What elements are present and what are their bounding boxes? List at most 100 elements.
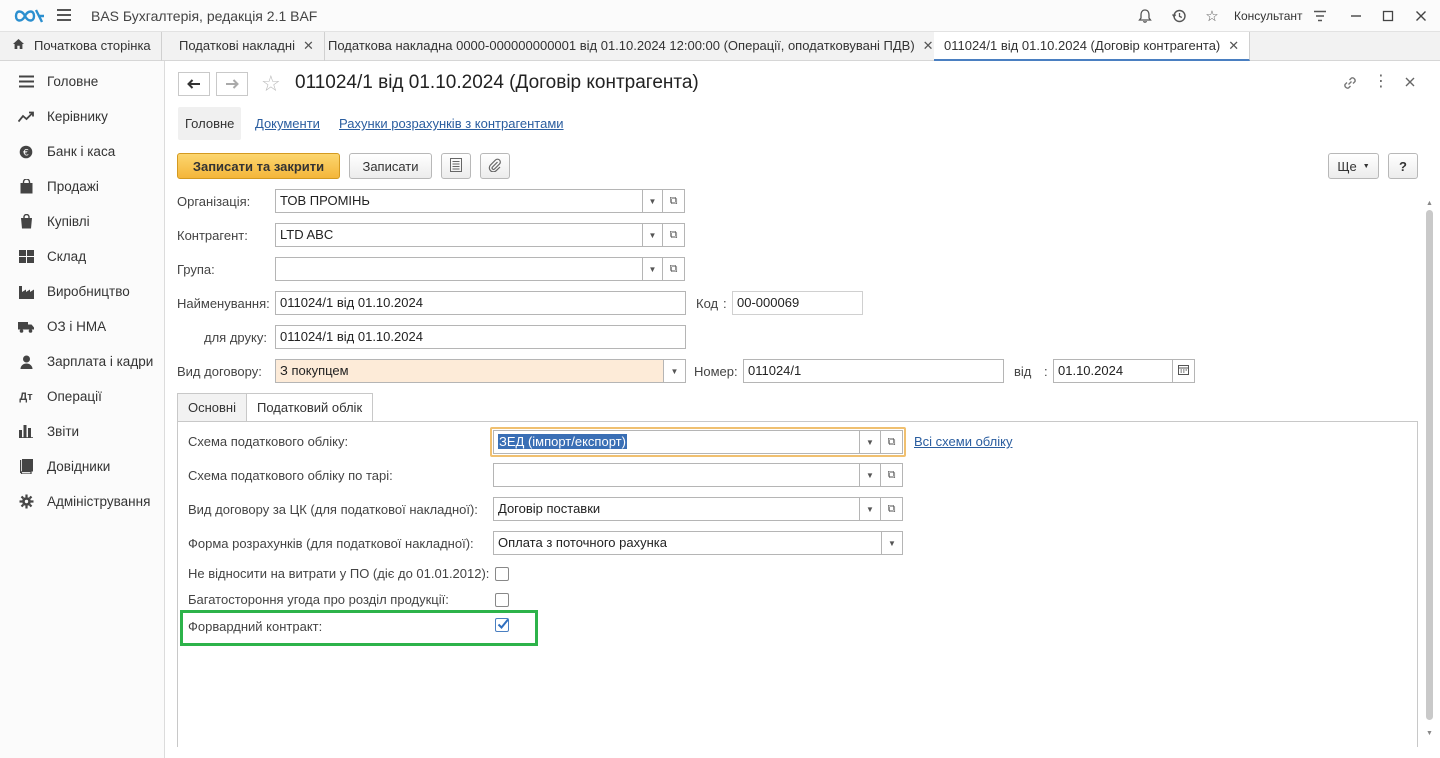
close-icon[interactable]: ✕ — [1228, 38, 1239, 53]
group-field[interactable] — [275, 257, 643, 281]
counterparty-dropdown-button[interactable]: ▼ — [643, 223, 663, 247]
tab-tax-invoice[interactable]: Податкова накладна 0000-000000000001 від… — [318, 32, 945, 61]
tab-label: Початкова сторінка — [34, 38, 151, 53]
sidebar-item-warehouse[interactable]: Склад — [0, 239, 164, 274]
organization-field[interactable]: ТОВ ПРОМІНЬ — [275, 189, 643, 213]
sidebar-item-purchases[interactable]: Купівлі — [0, 204, 164, 239]
contract-kind-open-button[interactable]: ⧉ — [881, 497, 903, 521]
sidebar-item-sales[interactable]: Продажі — [0, 169, 164, 204]
tab-main-settings[interactable]: Основні — [177, 393, 247, 422]
tab-label: Податкова накладна 0000-000000000001 від… — [328, 38, 915, 53]
more-button[interactable]: Ще ▼ — [1328, 153, 1379, 179]
scroll-up-icon[interactable]: ▲ — [1426, 200, 1433, 207]
tab-tax-accounting[interactable]: Податковий облік — [246, 393, 374, 422]
tax-scheme-tare-dropdown-button[interactable]: ▼ — [860, 463, 881, 487]
minimize-icon[interactable] — [1346, 6, 1366, 26]
more-options-icon[interactable]: ⋮ — [1372, 74, 1390, 92]
payment-form-field[interactable]: Оплата з поточного рахунка — [493, 531, 882, 555]
close-icon[interactable]: ✕ — [923, 38, 934, 53]
sidebar-item-label: Продажі — [47, 179, 99, 194]
close-form-icon[interactable] — [1403, 75, 1419, 91]
back-button[interactable] — [178, 72, 210, 96]
group-dropdown-button[interactable]: ▼ — [643, 257, 663, 281]
payment-form-dropdown-button[interactable]: ▼ — [882, 531, 903, 555]
calendar-button[interactable] — [1173, 359, 1195, 383]
tab-tax-invoices[interactable]: Податкові накладні ✕ — [169, 32, 325, 61]
subnav-main[interactable]: Головне — [178, 107, 242, 140]
sidebar-item-admin[interactable]: Адміністрування — [0, 484, 164, 519]
name-label: Найменування: — [177, 296, 270, 311]
forward-contract-checkbox[interactable] — [495, 618, 509, 632]
name-field[interactable]: 011024/1 від 01.10.2024 — [275, 291, 686, 315]
organization-open-button[interactable]: ⧉ — [663, 189, 685, 213]
link-icon[interactable] — [1341, 74, 1359, 92]
favorite-star-icon[interactable]: ☆ — [261, 71, 281, 97]
document-list-button[interactable] — [441, 153, 471, 179]
tax-scheme-tare-open-button[interactable]: ⧉ — [881, 463, 903, 487]
save-button[interactable]: Записати — [349, 153, 432, 179]
date-field[interactable]: 01.10.2024 — [1053, 359, 1173, 383]
attach-button[interactable] — [480, 153, 510, 179]
subnav-accounts[interactable]: Рахунки розрахунків з контрагентами — [339, 107, 564, 140]
bell-icon[interactable] — [1135, 6, 1155, 26]
group-open-button[interactable]: ⧉ — [663, 257, 685, 281]
multilateral-checkbox[interactable] — [495, 593, 509, 607]
tax-scheme-value: ЗЕД (імпорт/експорт) — [498, 434, 627, 449]
sidebar-item-reports[interactable]: Звіти — [0, 414, 164, 449]
number-field[interactable]: 011024/1 — [743, 359, 1004, 383]
no-expense-checkbox[interactable] — [495, 567, 509, 581]
menu-icon[interactable] — [57, 9, 71, 23]
save-close-button[interactable]: Записати та закрити — [177, 153, 340, 179]
sidebar-item-operations[interactable]: Дт Операції — [0, 379, 164, 414]
star-icon[interactable]: ☆ — [1202, 6, 1222, 26]
sidebar-item-bank[interactable]: € Банк і каса — [0, 134, 164, 169]
sidebar-item-salary[interactable]: Зарплата і кадри — [0, 344, 164, 379]
chevron-down-icon: ▼ — [670, 366, 679, 376]
multilateral-label: Багатостороння угода про розділ продукці… — [188, 592, 449, 607]
chevron-down-icon: ▼ — [648, 196, 657, 206]
tab-home[interactable]: Початкова сторінка — [0, 32, 162, 61]
scrollbar-thumb[interactable] — [1426, 210, 1433, 720]
print-name-field[interactable]: 011024/1 від 01.10.2024 — [275, 325, 686, 349]
tab-label: 011024/1 від 01.10.2024 (Договір контраг… — [944, 38, 1221, 53]
contract-kind-field[interactable]: Договір поставки — [493, 497, 860, 521]
contract-kind-dropdown-button[interactable]: ▼ — [860, 497, 881, 521]
counterparty-field[interactable]: LTD ABC — [275, 223, 643, 247]
user-name[interactable]: Консультант — [1234, 9, 1303, 23]
contract-type-field[interactable]: З покупцем — [275, 359, 664, 383]
all-schemes-link[interactable]: Всі схеми обліку — [914, 434, 1012, 449]
contract-type-dropdown-button[interactable]: ▼ — [664, 359, 686, 383]
tax-scheme-tare-field[interactable] — [493, 463, 860, 487]
close-icon[interactable]: ✕ — [303, 38, 314, 53]
sidebar-item-references[interactable]: Довідники — [0, 449, 164, 484]
title-bar: BAS Бухгалтерія, редакція 2.1 BAF ☆ Конс… — [0, 0, 1440, 32]
counterparty-label: Контрагент: — [177, 228, 248, 243]
history-icon[interactable] — [1169, 6, 1189, 26]
form-scrollbar[interactable] — [1424, 210, 1434, 740]
warehouse-icon — [17, 249, 35, 265]
counterparty-open-button[interactable]: ⧉ — [663, 223, 685, 247]
code-field[interactable]: 00-000069 — [732, 291, 863, 315]
book-icon — [17, 459, 35, 475]
number-label: Номер: — [694, 364, 738, 379]
close-icon[interactable] — [1411, 6, 1431, 26]
tax-scheme-open-button[interactable]: ⧉ — [881, 430, 903, 454]
settings-icon[interactable] — [1310, 6, 1330, 26]
app-logo-icon[interactable] — [12, 5, 46, 27]
sidebar-item-fixed-assets[interactable]: ОЗ і НМА — [0, 309, 164, 344]
sidebar-item-main[interactable]: Головне — [0, 64, 164, 99]
tabs-bar: Початкова сторінка Податкові накладні ✕ П… — [0, 32, 1440, 61]
tax-scheme-field[interactable]: ЗЕД (імпорт/експорт) — [493, 430, 860, 454]
sidebar-item-production[interactable]: Виробництво — [0, 274, 164, 309]
sidebar-item-manager[interactable]: Керівнику — [0, 99, 164, 134]
organization-dropdown-button[interactable]: ▼ — [643, 189, 663, 213]
scroll-down-icon[interactable]: ▼ — [1426, 730, 1433, 737]
tax-scheme-dropdown-button[interactable]: ▼ — [860, 430, 881, 454]
help-button[interactable]: ? — [1388, 153, 1418, 179]
subnav-documents[interactable]: Документи — [255, 107, 320, 140]
forward-button[interactable] — [216, 72, 248, 96]
tab-contract[interactable]: 011024/1 від 01.10.2024 (Договір контраг… — [934, 32, 1251, 61]
sidebar-item-label: Склад — [47, 249, 87, 264]
chevron-down-icon: ▼ — [866, 437, 874, 447]
maximize-icon[interactable] — [1378, 6, 1398, 26]
